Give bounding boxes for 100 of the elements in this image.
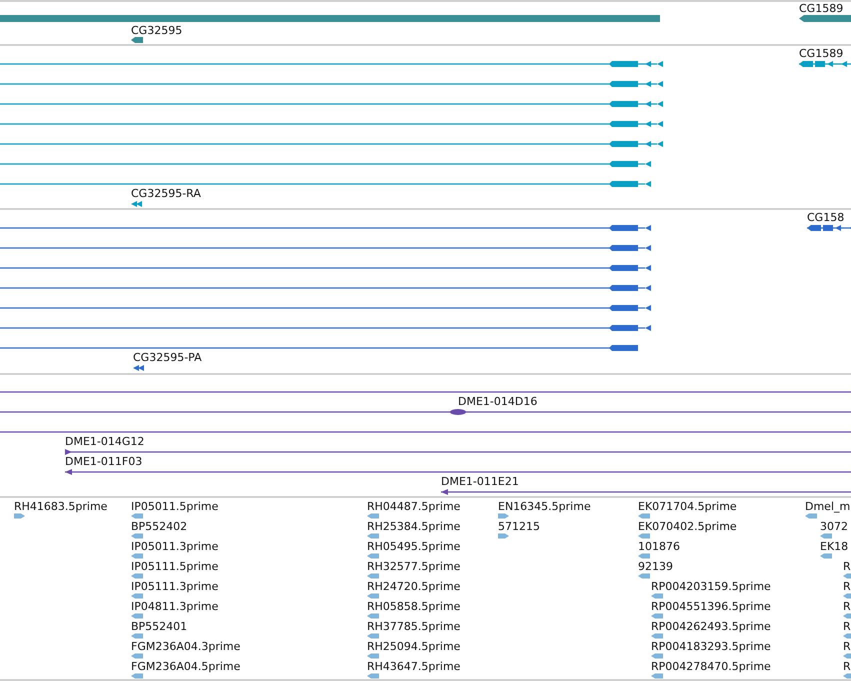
transcript-glyph[interactable] xyxy=(799,61,851,67)
feature-label[interactable]: RH04487.5prime xyxy=(367,500,460,513)
est-glyph[interactable] xyxy=(14,514,25,518)
est-glyph[interactable] xyxy=(367,554,379,558)
cds-glyph[interactable] xyxy=(0,245,651,251)
est-glyph[interactable] xyxy=(820,554,832,558)
feature-label[interactable]: RH24720.5prime xyxy=(367,580,460,593)
transcript-glyph[interactable] xyxy=(0,141,663,147)
feature-label[interactable]: RP004262493.5prime xyxy=(651,620,771,633)
feature-label[interactable]: RH32577.5prime xyxy=(367,560,460,573)
est-glyph[interactable] xyxy=(805,514,817,518)
feature-label[interactable]: RH37785.5prime xyxy=(367,620,460,633)
est-glyph[interactable] xyxy=(131,554,143,558)
cds-glyph[interactable] xyxy=(0,285,651,291)
est-glyph[interactable] xyxy=(638,534,650,538)
est-glyph[interactable] xyxy=(131,654,143,658)
est-glyph[interactable] xyxy=(131,574,143,578)
est-glyph[interactable] xyxy=(651,634,663,638)
feature-label[interactable]: CG32595-PA xyxy=(133,351,202,364)
feature-label[interactable]: CG32595-RA xyxy=(131,187,201,200)
feature-label[interactable]: FGM236A04.5prime xyxy=(131,660,240,673)
feature-label[interactable]: R xyxy=(843,640,851,653)
est-glyph[interactable] xyxy=(843,674,851,678)
est-glyph[interactable] xyxy=(367,674,379,678)
est-glyph[interactable] xyxy=(638,514,650,518)
feature-label[interactable]: 101876 xyxy=(638,540,680,553)
cds-glyph[interactable] xyxy=(807,225,851,231)
est-glyph[interactable] xyxy=(651,654,663,658)
feature-label[interactable]: RH05495.5prime xyxy=(367,540,460,553)
transcript-glyph[interactable] xyxy=(131,201,142,207)
feature-label[interactable]: DME1-011F03 xyxy=(65,455,142,468)
feature-label[interactable]: CG158 xyxy=(807,211,844,224)
feature-label[interactable]: 3072 xyxy=(820,520,848,533)
clone-glyph[interactable] xyxy=(65,469,851,475)
est-glyph[interactable] xyxy=(367,634,379,638)
transcript-glyph[interactable] xyxy=(0,121,663,127)
feature-label[interactable]: CG1589 xyxy=(799,47,844,60)
feature-label[interactable]: DME1-014D16 xyxy=(458,395,538,408)
feature-label[interactable]: 92139 xyxy=(638,560,673,573)
feature-label[interactable]: EK071704.5prime xyxy=(638,500,737,513)
cds-glyph[interactable] xyxy=(0,265,651,271)
feature-label[interactable]: R xyxy=(843,660,851,673)
feature-label[interactable]: FGM236A04.3prime xyxy=(131,640,240,653)
feature-label[interactable]: CG1589 xyxy=(799,2,844,15)
est-glyph[interactable] xyxy=(843,634,851,638)
est-glyph[interactable] xyxy=(843,614,851,618)
gene-glyph[interactable] xyxy=(131,37,143,43)
transcript-glyph[interactable] xyxy=(0,81,663,87)
gene-glyph[interactable] xyxy=(799,15,851,22)
feature-label[interactable]: RH41683.5prime xyxy=(14,500,108,513)
est-glyph[interactable] xyxy=(820,534,832,538)
est-glyph[interactable] xyxy=(498,534,509,538)
est-glyph[interactable] xyxy=(638,574,650,578)
est-glyph[interactable] xyxy=(367,534,379,538)
feature-label[interactable]: R xyxy=(843,620,851,633)
est-glyph[interactable] xyxy=(498,514,509,518)
cds-glyph[interactable] xyxy=(0,225,651,231)
feature-label[interactable]: IP05011.3prime xyxy=(131,540,218,553)
est-glyph[interactable] xyxy=(367,514,379,518)
feature-label[interactable]: BP552402 xyxy=(131,520,188,533)
est-glyph[interactable] xyxy=(131,594,143,598)
feature-label[interactable]: RH25094.5prime xyxy=(367,640,460,653)
feature-label[interactable]: BP552401 xyxy=(131,620,188,633)
cds-glyph[interactable] xyxy=(0,305,651,311)
est-glyph[interactable] xyxy=(367,654,379,658)
est-glyph[interactable] xyxy=(131,614,143,618)
est-glyph[interactable] xyxy=(843,574,851,578)
clone-glyph[interactable] xyxy=(65,449,851,455)
feature-label[interactable]: RP004278470.5prime xyxy=(651,660,771,673)
feature-label[interactable]: R xyxy=(843,600,851,613)
feature-label[interactable]: RP004551396.5prime xyxy=(651,600,771,613)
est-glyph[interactable] xyxy=(131,674,143,678)
est-glyph[interactable] xyxy=(367,574,379,578)
clone-glyph[interactable] xyxy=(441,489,851,495)
feature-label[interactable]: EN16345.5prime xyxy=(498,500,591,513)
feature-label[interactable]: RH05858.5prime xyxy=(367,600,460,613)
transcript-glyph[interactable] xyxy=(0,61,663,67)
feature-label[interactable]: IP05111.5prime xyxy=(131,560,218,573)
est-glyph[interactable] xyxy=(131,514,143,518)
cds-glyph[interactable] xyxy=(0,345,638,351)
feature-label[interactable]: RH25384.5prime xyxy=(367,520,460,533)
est-glyph[interactable] xyxy=(638,554,650,558)
est-glyph[interactable] xyxy=(131,634,143,638)
cds-glyph[interactable] xyxy=(133,365,144,371)
feature-label[interactable]: R xyxy=(843,580,851,593)
est-glyph[interactable] xyxy=(131,534,143,538)
transcript-glyph[interactable] xyxy=(0,161,651,167)
feature-label[interactable]: EK070402.5prime xyxy=(638,520,737,533)
transcript-glyph[interactable] xyxy=(0,101,663,107)
feature-label[interactable]: 571215 xyxy=(498,520,540,533)
feature-label[interactable]: DME1-011E21 xyxy=(441,475,519,488)
feature-label[interactable]: RP004183293.5prime xyxy=(651,640,771,653)
feature-label[interactable]: IP05111.3prime xyxy=(131,580,218,593)
est-glyph[interactable] xyxy=(367,614,379,618)
feature-label[interactable]: Dmel_m xyxy=(805,500,850,513)
feature-label[interactable]: IP05011.5prime xyxy=(131,500,218,513)
feature-label[interactable]: EK18 xyxy=(820,540,848,553)
est-glyph[interactable] xyxy=(367,594,379,598)
est-glyph[interactable] xyxy=(651,674,663,678)
cds-glyph[interactable] xyxy=(0,325,651,331)
